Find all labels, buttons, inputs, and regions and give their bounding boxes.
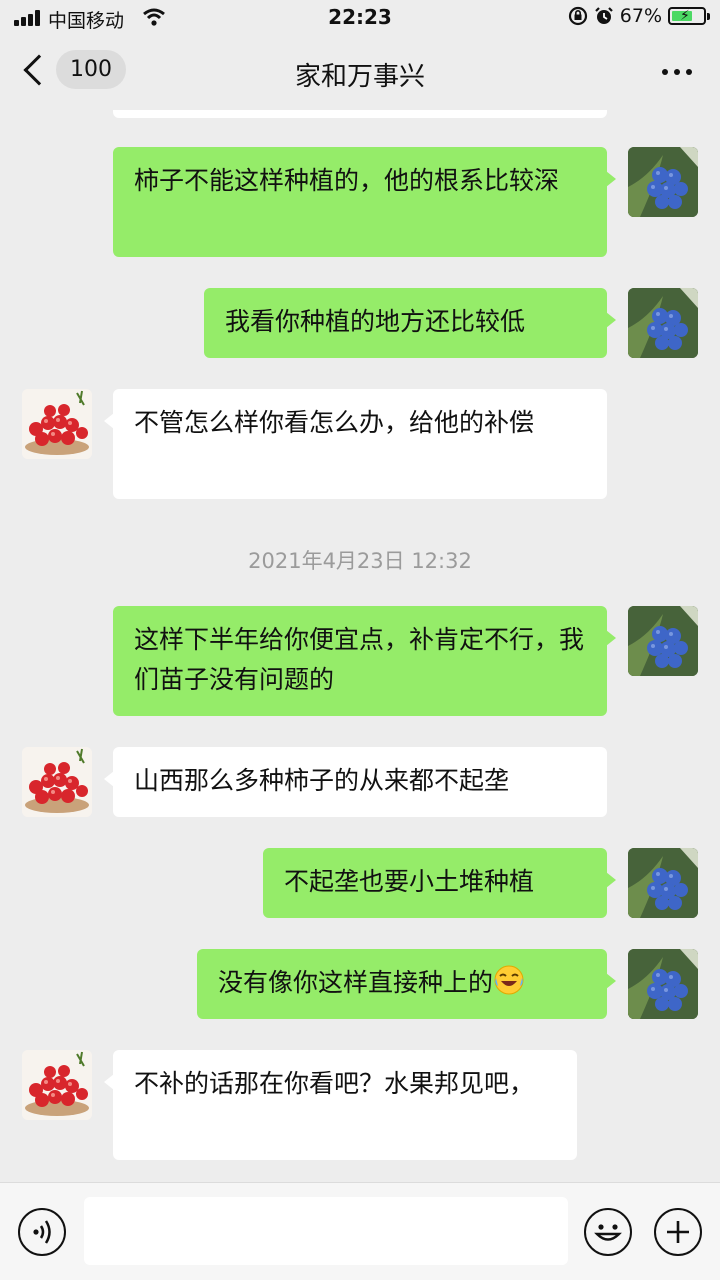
message-bubble-sent[interactable]: 没有像你这样直接种上的	[197, 949, 616, 1019]
orientation-lock-icon	[568, 6, 587, 26]
chat-title: 家和万事兴	[294, 62, 425, 92]
message-bubble-sent[interactable]: 柿子不能这样种植的，他的根系比较深	[113, 147, 616, 257]
message-text: 不管怎么样你看怎么办，给他的补偿	[134, 408, 535, 437]
message-text: 柿子不能这样种植的，他的根系比较深	[134, 166, 560, 195]
message-timestamp: 2021年4月23日 12:32	[248, 549, 472, 573]
message-text: 这样下半年给你便宜点，补肯定不行，我们苗子没有问题的	[134, 625, 585, 694]
more-dots-icon[interactable]	[662, 69, 692, 75]
input-bar	[0, 1182, 720, 1280]
message-bubble-received[interactable]: 不管怎么样你看怎么办，给他的补偿	[104, 389, 607, 499]
voice-icon[interactable]	[18, 1208, 66, 1256]
message-bubble-sent[interactable]: 不起垄也要小土堆种植	[263, 848, 616, 918]
alarm-icon	[594, 7, 613, 24]
message-text: 山西那么多种柿子的从来都不起垄	[134, 766, 510, 795]
status-bar: 中国移动 22:23 67% ⚡	[0, 0, 720, 36]
message-bubble-received[interactable]: 山西那么多种柿子的从来都不起垄	[104, 747, 607, 817]
clipped-message-bubble	[113, 110, 607, 118]
plus-icon[interactable]	[654, 1208, 702, 1256]
cherries-avatar[interactable]	[22, 747, 92, 817]
emoji-icon[interactable]	[584, 1208, 632, 1256]
message-text: 我看你种植的地方还比较低	[225, 307, 526, 336]
blueberry-avatar[interactable]	[628, 147, 698, 217]
message-input[interactable]	[84, 1197, 568, 1265]
blueberry-avatar[interactable]	[628, 606, 698, 676]
status-right-group: 67% ⚡	[568, 5, 710, 27]
message-bubble-sent[interactable]: 这样下半年给你便宜点，补肯定不行，我们苗子没有问题的	[113, 606, 616, 716]
message-bubble-sent[interactable]: 我看你种植的地方还比较低	[204, 288, 616, 358]
chat-header: 100 家和万事兴	[0, 36, 720, 110]
cherries-avatar[interactable]	[22, 1050, 92, 1120]
message-bubble-received[interactable]: 不补的话那在你看吧？水果邦见吧，	[104, 1050, 577, 1160]
battery-icon: ⚡	[668, 7, 710, 25]
message-text: 没有像你这样直接种上的	[218, 968, 494, 997]
blueberry-avatar[interactable]	[628, 848, 698, 918]
message-text: 不起垄也要小土堆种植	[284, 867, 535, 896]
message-text: 不补的话那在你看吧？水果邦见吧，	[134, 1069, 535, 1098]
blueberry-avatar[interactable]	[628, 949, 698, 1019]
laughing-crying-emoji-icon	[493, 964, 525, 1008]
cherries-avatar[interactable]	[22, 389, 92, 459]
blueberry-avatar[interactable]	[628, 288, 698, 358]
battery-percent: 67%	[619, 5, 662, 27]
